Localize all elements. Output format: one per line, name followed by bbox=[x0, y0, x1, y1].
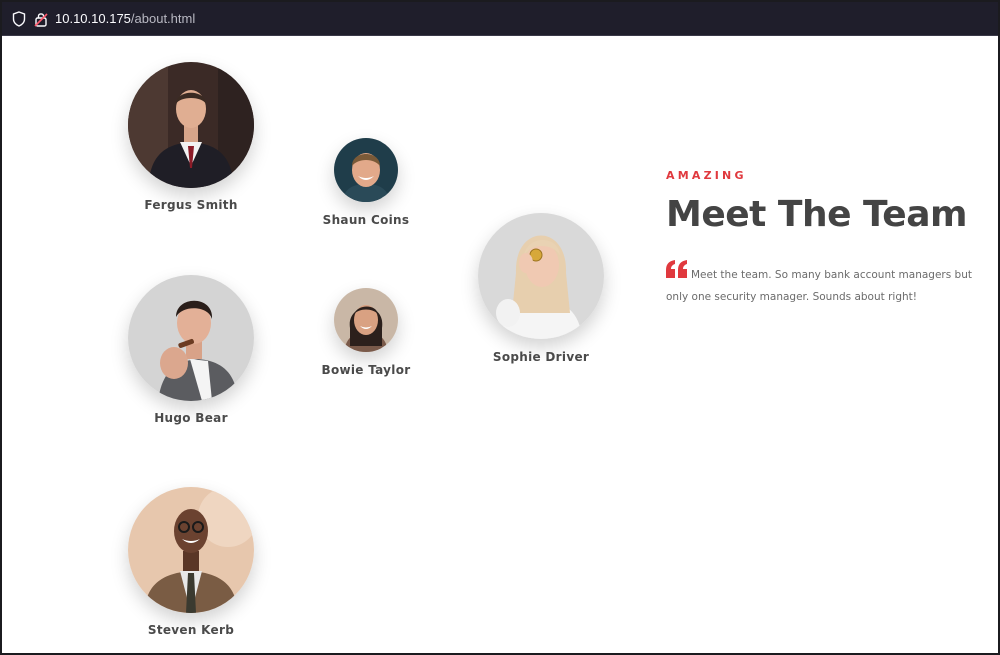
team-member-card: Hugo Bear bbox=[126, 275, 256, 425]
shield-icon[interactable] bbox=[12, 11, 26, 27]
url-icons bbox=[12, 11, 48, 27]
url-path: /about.html bbox=[130, 11, 196, 26]
avatar bbox=[128, 62, 254, 188]
member-name: Bowie Taylor bbox=[321, 363, 411, 377]
url-host: 10.10.10.175 bbox=[55, 11, 131, 26]
address-bar[interactable]: 10.10.10.175/about.html bbox=[2, 2, 998, 36]
team-member-card: Sophie Driver bbox=[476, 213, 606, 364]
url-text[interactable]: 10.10.10.175/about.html bbox=[55, 11, 195, 27]
avatar bbox=[334, 138, 398, 202]
team-member-card: Fergus Smith bbox=[126, 62, 256, 212]
page-title: Meet The Team bbox=[666, 194, 968, 235]
member-name: Hugo Bear bbox=[154, 411, 228, 425]
about-page: Fergus Smith Shaun Coins Hugo Bear Bowie… bbox=[2, 36, 998, 653]
avatar bbox=[128, 275, 254, 401]
avatar bbox=[334, 288, 398, 352]
member-name: Steven Kerb bbox=[147, 623, 235, 637]
section-eyebrow: AMAZING bbox=[666, 169, 747, 182]
team-member-card: Bowie Taylor bbox=[311, 288, 421, 377]
avatar bbox=[128, 487, 254, 613]
team-description: Meet the team. So many bank account mana… bbox=[666, 269, 972, 303]
member-name: Shaun Coins bbox=[322, 213, 410, 227]
team-member-card: Shaun Coins bbox=[311, 138, 421, 227]
avatar bbox=[478, 213, 604, 339]
insecure-lock-icon[interactable] bbox=[34, 11, 48, 27]
member-name: Fergus Smith bbox=[144, 198, 238, 212]
member-name: Sophie Driver bbox=[492, 350, 590, 364]
browser-window: 10.10.10.175/about.html Fergus Smith Sha… bbox=[0, 0, 1000, 655]
team-member-card: Steven Kerb bbox=[126, 487, 256, 637]
